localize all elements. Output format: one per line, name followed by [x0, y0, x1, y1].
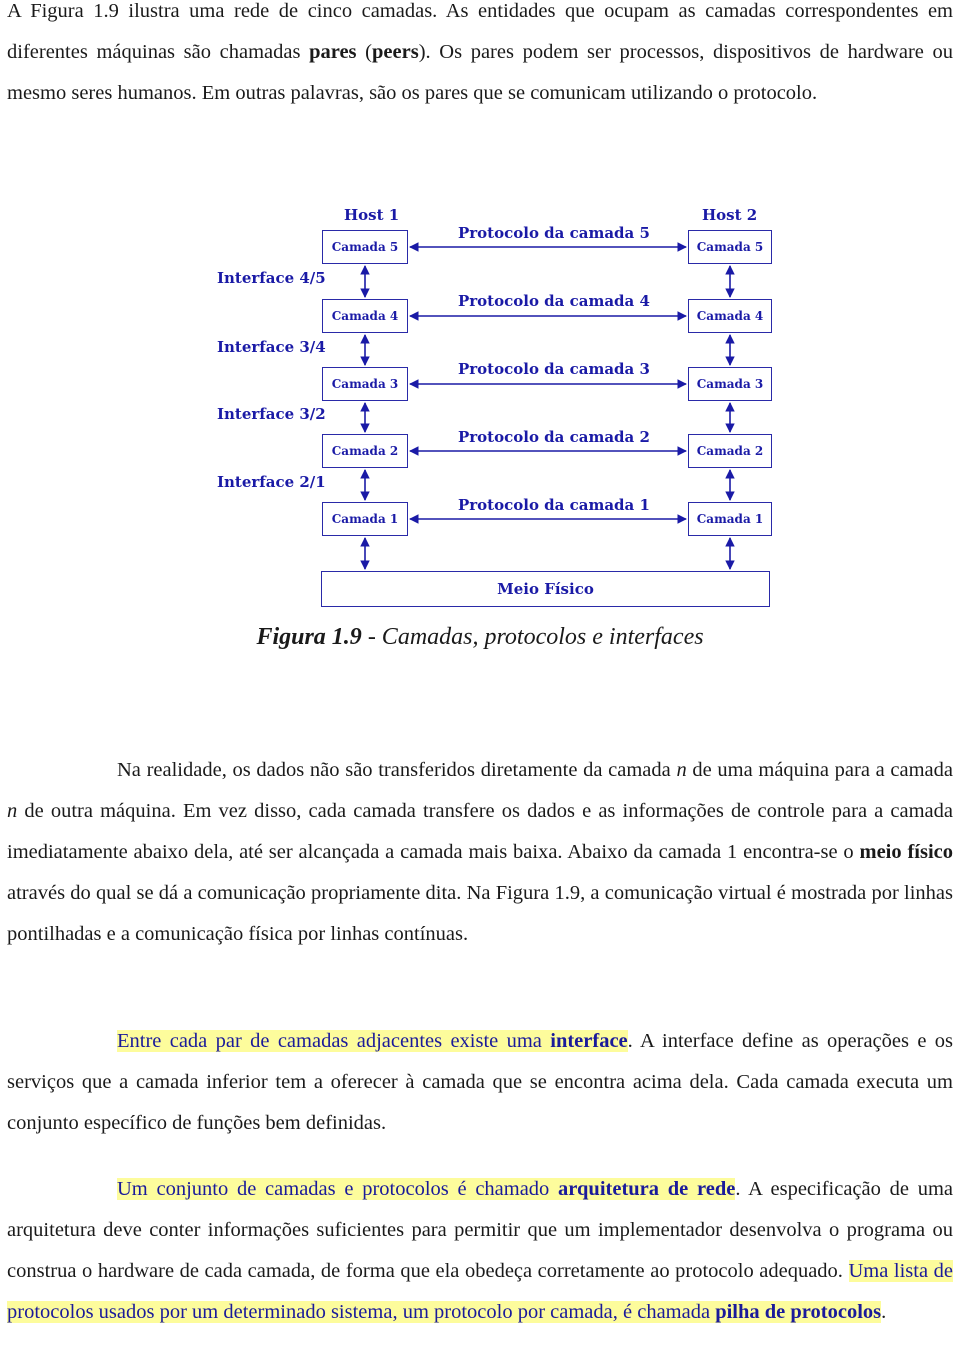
host2-layer4-box: Camada 4 — [688, 299, 772, 333]
host1-layer5-box: Camada 5 — [322, 230, 408, 264]
layer-label: Camada 2 — [696, 444, 764, 458]
protocol-label-2: Protocolo da camada 2 — [458, 428, 650, 446]
host2-layer3-box: Camada 3 — [688, 367, 772, 401]
term-interface: interface — [550, 1030, 628, 1052]
layer-label: Camada 5 — [331, 240, 399, 254]
body-text: . — [881, 1301, 887, 1323]
layers-diagram: Host 1 Host 2 Protocolo da camada 5 Prot… — [0, 0, 960, 620]
interface-label-3-4: Interface 3/4 — [217, 338, 326, 356]
body-text: Na realidade, os dados não são transferi… — [117, 759, 677, 781]
body-text: de outra máquina. Em vez disso, cada cam… — [7, 800, 953, 863]
figure-caption: Figura 1.9 - Camadas, protocolos e inter… — [0, 624, 960, 651]
term-arquitetura-de-rede: arquitetura de rede — [558, 1178, 736, 1200]
layer-label: Camada 3 — [696, 377, 764, 391]
layer-label: Camada 5 — [696, 240, 764, 254]
var-n: n — [7, 800, 18, 822]
layer-label: Camada 4 — [331, 309, 399, 323]
layer-label: Camada 2 — [331, 444, 399, 458]
layer-label: Camada 4 — [696, 309, 764, 323]
paragraph-interface: Entre cada par de camadas adjacentes exi… — [7, 1021, 953, 1144]
body-text: através do qual se dá a comunicação prop… — [7, 882, 953, 945]
paragraph-layers-transfer: Na realidade, os dados não são transferi… — [7, 750, 953, 955]
host2-label: Host 2 — [702, 206, 758, 224]
host1-label: Host 1 — [344, 206, 400, 224]
interface-label-3-2: Interface 3/2 — [217, 405, 326, 423]
host1-layer2-box: Camada 2 — [322, 434, 408, 468]
highlighted-text: Um conjunto de camadas e protocolos é ch… — [117, 1178, 559, 1200]
host1-layer3-box: Camada 3 — [322, 367, 408, 401]
host2-layer5-box: Camada 5 — [688, 230, 772, 264]
host1-layer4-box: Camada 4 — [322, 299, 408, 333]
paragraph-architecture: Um conjunto de camadas e protocolos é ch… — [7, 1169, 953, 1333]
body-text: de uma máquina para a camada — [686, 759, 953, 781]
host2-layer1-box: Camada 1 — [688, 502, 772, 536]
interface-label-2-1: Interface 2/1 — [217, 473, 326, 491]
figure-number: Figura 1.9 — [256, 624, 362, 650]
physical-medium-label: Meio Físico — [497, 580, 594, 598]
layer-label: Camada 3 — [331, 377, 399, 391]
interface-label-4-5: Interface 4/5 — [217, 269, 326, 287]
term-pilha-de-protocolos: pilha de protocolos — [715, 1301, 882, 1323]
highlighted-text: Entre cada par de camadas adjacentes exi… — [117, 1030, 551, 1052]
layer-label: Camada 1 — [696, 512, 764, 526]
protocol-label-4: Protocolo da camada 4 — [458, 292, 650, 310]
protocol-label-5: Protocolo da camada 5 — [458, 224, 650, 242]
term-meio-fisico: meio físico — [859, 841, 954, 863]
host2-layer2-box: Camada 2 — [688, 434, 772, 468]
var-n: n — [676, 759, 687, 781]
protocol-label-3: Protocolo da camada 3 — [458, 360, 650, 378]
layer-label: Camada 1 — [331, 512, 399, 526]
physical-medium-box: Meio Físico — [321, 571, 770, 607]
diagram-arrows — [360, 242, 735, 570]
protocol-label-1: Protocolo da camada 1 — [458, 496, 650, 514]
figure-caption-text: - Camadas, protocolos e interfaces — [361, 624, 704, 650]
host1-layer1-box: Camada 1 — [322, 502, 408, 536]
